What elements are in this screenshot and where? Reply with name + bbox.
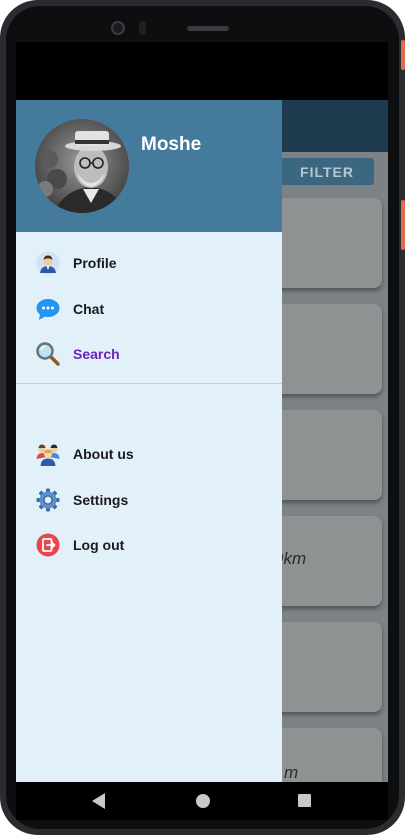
menu-item-search[interactable]: Search bbox=[16, 334, 282, 374]
power-button bbox=[401, 200, 405, 250]
status-bar bbox=[16, 42, 388, 100]
menu-label-settings: Settings bbox=[73, 492, 129, 508]
menu-item-about-us[interactable]: About us bbox=[16, 434, 282, 474]
earpiece-speaker bbox=[187, 26, 229, 31]
drawer-header: Moshe bbox=[16, 100, 282, 232]
chat-icon bbox=[36, 297, 60, 321]
volume-button bbox=[401, 40, 405, 70]
menu-label-about-us: About us bbox=[73, 446, 134, 462]
menu-divider bbox=[16, 383, 282, 384]
system-nav-bar bbox=[16, 782, 388, 820]
menu-item-profile[interactable]: Profile bbox=[16, 243, 282, 283]
profile-icon bbox=[36, 251, 60, 275]
back-icon[interactable] bbox=[92, 793, 106, 814]
avatar[interactable] bbox=[35, 119, 129, 213]
filter-button[interactable]: FILTER bbox=[280, 158, 374, 185]
screen: FILTER 9km m Moshe Profile Chat Search A… bbox=[16, 42, 388, 820]
menu-label-profile: Profile bbox=[73, 255, 117, 271]
phone-frame: FILTER 9km m Moshe Profile Chat Search A… bbox=[0, 0, 405, 835]
menu-item-log-out[interactable]: Log out bbox=[16, 525, 282, 565]
home-icon[interactable] bbox=[196, 794, 210, 808]
card-distance: m bbox=[284, 763, 299, 782]
navigation-drawer: Moshe Profile Chat Search About us Setti… bbox=[16, 100, 282, 782]
gear-icon bbox=[36, 488, 60, 512]
menu-label-chat: Chat bbox=[73, 301, 105, 317]
menu-item-chat[interactable]: Chat bbox=[16, 289, 282, 329]
menu-label-log-out: Log out bbox=[73, 537, 125, 553]
user-name: Moshe bbox=[141, 134, 202, 155]
proximity-sensor bbox=[139, 21, 146, 35]
logout-icon bbox=[36, 533, 60, 557]
front-camera bbox=[111, 21, 125, 35]
menu-label-search: Search bbox=[73, 346, 120, 362]
search-icon bbox=[36, 342, 60, 366]
recents-icon[interactable] bbox=[298, 794, 311, 807]
menu-item-settings[interactable]: Settings bbox=[16, 480, 282, 520]
group-icon bbox=[36, 442, 60, 466]
